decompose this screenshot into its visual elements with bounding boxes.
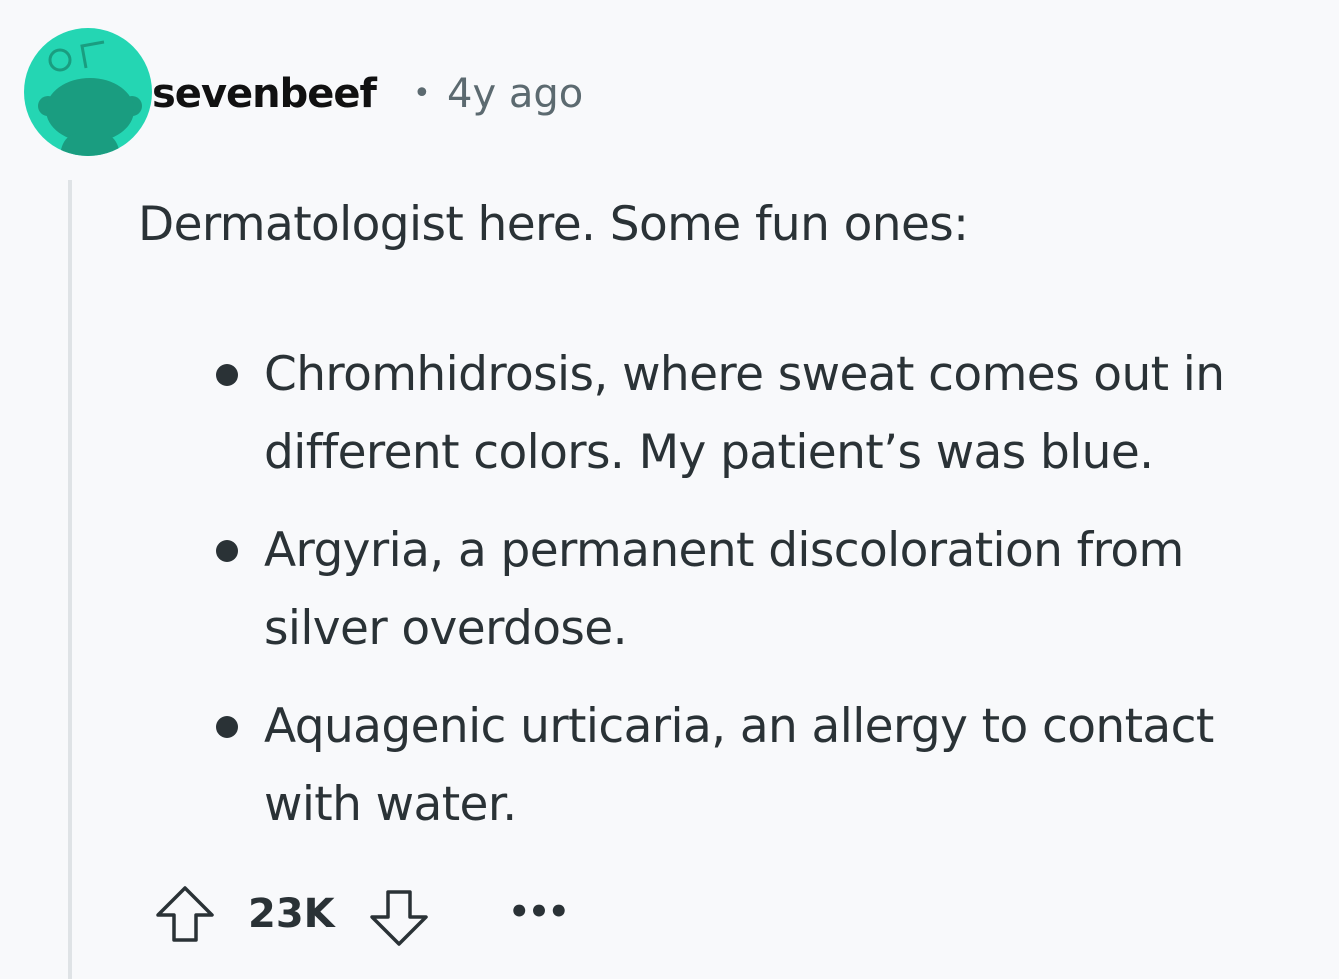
meta-separator: • xyxy=(413,76,431,111)
list-item-text: Argyria, a permanent discoloration from … xyxy=(264,523,1184,656)
more-options-button[interactable]: ••• xyxy=(508,884,569,944)
bullet-dot xyxy=(216,540,238,562)
downvote-button[interactable] xyxy=(364,880,434,950)
comment: sevenbeef • 4y ago Dermatologist here. S… xyxy=(0,0,1339,979)
list-item-text: Chromhidrosis, where sweat comes out in … xyxy=(264,347,1225,480)
list-item-text: Aquagenic urticaria, an allergy to conta… xyxy=(264,699,1214,832)
list-item: Argyria, a permanent discoloration from … xyxy=(216,512,1314,668)
upvote-arrow-icon xyxy=(156,886,214,942)
vote-score: 23K xyxy=(248,891,335,937)
author-username[interactable]: sevenbeef xyxy=(152,68,377,120)
snoo-avatar-icon xyxy=(38,40,142,156)
bullet-dot xyxy=(216,364,238,386)
bullet-dot xyxy=(216,716,238,738)
comment-timestamp[interactable]: 4y ago xyxy=(447,68,583,120)
list-item: Aquagenic urticaria, an allergy to conta… xyxy=(216,688,1314,844)
avatar[interactable] xyxy=(24,28,152,156)
list-item: Chromhidrosis, where sweat comes out in … xyxy=(216,336,1314,492)
comment-list: Chromhidrosis, where sweat comes out in … xyxy=(216,336,1314,864)
downvote-arrow-icon xyxy=(370,890,428,946)
thread-line[interactable] xyxy=(68,180,72,979)
comment-intro: Dermatologist here. Some fun ones: xyxy=(138,197,969,252)
upvote-button[interactable] xyxy=(150,880,220,950)
more-options-icon: ••• xyxy=(508,892,569,932)
